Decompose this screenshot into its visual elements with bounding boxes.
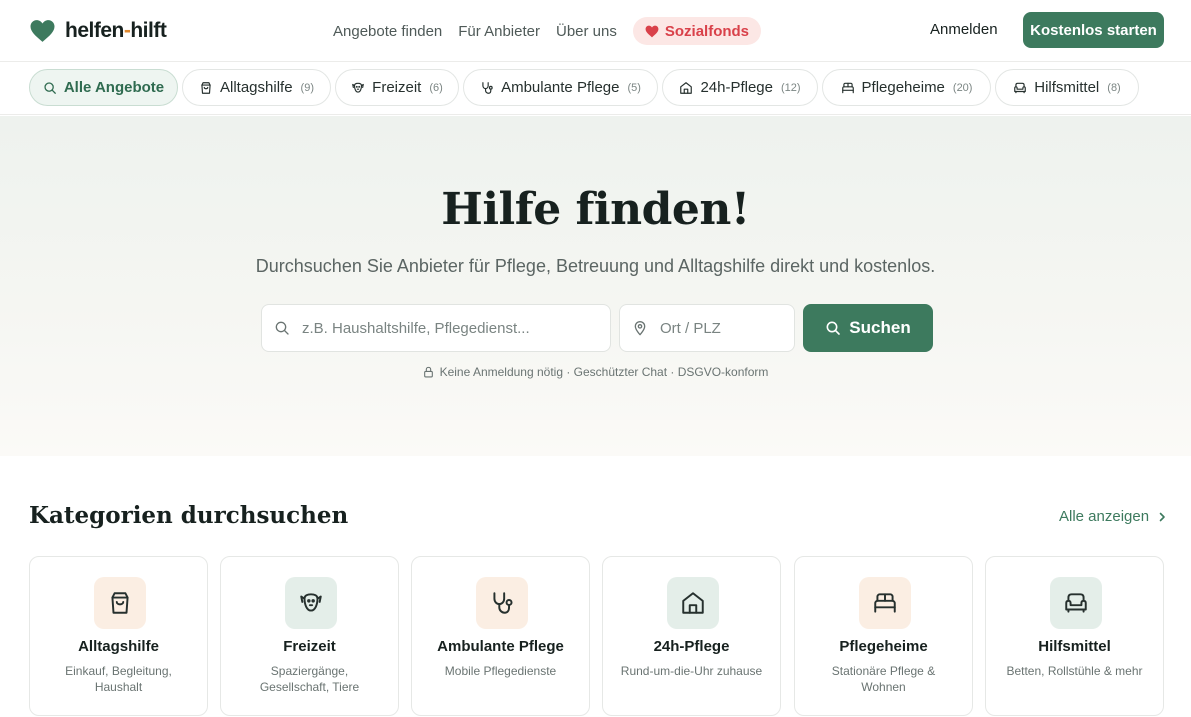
chip-label: Freizeit	[372, 79, 422, 96]
category-name: 24h-Pflege	[653, 638, 730, 655]
category-card-pflegeheime[interactable]: Pflegeheime Stationäre Pflege & Wohnen	[794, 556, 973, 716]
categories-title: Kategorien durchsuchen	[29, 502, 349, 529]
search-icon	[826, 321, 841, 335]
bed-icon	[841, 82, 854, 93]
category-name: Ambulante Pflege	[437, 638, 564, 655]
main-nav: Angebote finden Für Anbieter Über uns So…	[333, 17, 762, 45]
search-icon	[44, 81, 56, 94]
shopping-bag-icon	[111, 592, 129, 614]
show-all-label: Alle anzeigen	[1059, 508, 1150, 525]
chip-count: (5)	[627, 81, 641, 94]
search-what-input[interactable]	[302, 319, 610, 337]
category-description: Stationäre Pflege & Wohnen	[831, 664, 936, 694]
chip-label: Pflegeheime	[861, 79, 945, 96]
category-card-ambulante-pflege[interactable]: Ambulante Pflege Mobile Pflegedienste	[411, 556, 590, 716]
chip-alltagshilfe[interactable]: Alltagshilfe (9)	[182, 69, 331, 106]
hero-subtitle: Durchsuchen Sie Anbieter für Pflege, Bet…	[255, 256, 936, 276]
heart-icon	[645, 25, 659, 37]
category-card-alltagshilfe[interactable]: Alltagshilfe Einkauf, Begleitung, Hausha…	[29, 556, 208, 716]
heart-logo-icon	[30, 20, 55, 42]
category-card-freizeit[interactable]: Freizeit Spaziergänge, Gesellschaft, Tie…	[220, 556, 399, 716]
search-where-field[interactable]	[619, 304, 795, 352]
stethoscope-icon	[493, 592, 513, 614]
search-what-field[interactable]	[261, 304, 611, 352]
category-name: Pflegeheime	[839, 638, 928, 655]
category-name: Hilfsmittel	[1038, 638, 1111, 655]
category-icon-tile	[859, 577, 911, 629]
chip-ambulante-pflege[interactable]: Ambulante Pflege (5)	[463, 69, 658, 106]
stethoscope-icon	[482, 81, 493, 94]
chip-count: (9)	[300, 81, 314, 94]
category-name: Freizeit	[283, 638, 336, 655]
search-icon	[275, 321, 289, 335]
brand-wordmark: helfen-hilft	[65, 19, 167, 42]
category-card-hilfsmittel[interactable]: Hilfsmittel Betten, Rollstühle & mehr	[985, 556, 1164, 716]
category-icon-tile	[285, 577, 337, 629]
search-button[interactable]: Suchen	[803, 304, 933, 352]
lock-icon	[423, 366, 433, 378]
category-filter-bar: Alle Angebote Alltagshilfe (9) Freizeit …	[0, 62, 1191, 115]
nav-link-angebote[interactable]: Angebote finden	[333, 23, 442, 40]
category-name: Alltagshilfe	[78, 638, 159, 655]
chip-label: 24h-Pflege	[700, 79, 773, 96]
logo[interactable]: helfen-hilft	[29, 17, 167, 45]
category-icon-tile	[94, 577, 146, 629]
chip-label: Ambulante Pflege	[501, 79, 620, 96]
category-description: Spaziergänge, Gesellschaft, Tiere	[259, 664, 360, 694]
chip-count: (8)	[1107, 81, 1121, 94]
login-link[interactable]: Anmelden	[930, 21, 998, 38]
chip-count: (12)	[781, 81, 801, 94]
top-navigation: helfen-hilft Angebote finden Für Anbiete…	[0, 0, 1191, 62]
category-description: Betten, Rollstühle & mehr	[1006, 664, 1143, 678]
armchair-icon	[1014, 82, 1027, 93]
category-description: Einkauf, Begleitung, Haushalt	[65, 664, 172, 694]
show-all-link[interactable]: Alle anzeigen	[1059, 508, 1167, 525]
category-description: Mobile Pflegedienste	[444, 664, 557, 678]
search-button-label: Suchen	[849, 318, 911, 337]
chip-label: Alltagshilfe	[220, 79, 293, 96]
chip-hilfsmittel[interactable]: Hilfsmittel (8)	[995, 69, 1139, 106]
shopping-bag-icon	[201, 81, 211, 94]
category-description: Rund-um-die-Uhr zuhause	[620, 664, 763, 678]
category-icon-tile	[476, 577, 528, 629]
chip-alle-angebote[interactable]: Alle Angebote	[29, 69, 178, 106]
nav-link-ueber-uns[interactable]: Über uns	[556, 23, 617, 40]
chip-count: (6)	[429, 81, 443, 94]
chip-label: Alle Angebote	[63, 79, 165, 96]
category-icon-tile	[667, 577, 719, 629]
hero-title: Hilfe finden!	[441, 184, 750, 235]
map-pin-icon	[634, 321, 646, 336]
chip-count: (20)	[952, 81, 973, 94]
bed-icon	[874, 593, 896, 613]
trust-note: Keine Anmeldung nötig · Geschützter Chat…	[0, 364, 1191, 380]
home-icon	[682, 592, 704, 614]
start-free-button[interactable]: Kostenlos starten	[1023, 12, 1164, 48]
nav-link-anbieter[interactable]: Für Anbieter	[458, 23, 540, 40]
hero-section	[0, 116, 1191, 456]
armchair-icon	[1065, 593, 1087, 613]
chip-pflegeheime[interactable]: Pflegeheime (20)	[822, 69, 991, 106]
home-icon	[680, 81, 693, 94]
search-where-input[interactable]	[660, 319, 794, 337]
category-icon-tile	[1050, 577, 1102, 629]
dog-icon	[352, 82, 365, 93]
trust-text: Keine Anmeldung nötig · Geschützter Chat…	[439, 365, 769, 379]
sozialfonds-label: Sozialfonds	[664, 22, 750, 40]
chip-24h-pflege[interactable]: 24h-Pflege (12)	[662, 69, 818, 106]
chip-label: Hilfsmittel	[1034, 79, 1100, 96]
chip-freizeit[interactable]: Freizeit (6)	[335, 69, 459, 106]
sozialfonds-button[interactable]: Sozialfonds	[632, 17, 762, 45]
category-card-24h-pflege[interactable]: 24h-Pflege Rund-um-die-Uhr zuhause	[602, 556, 781, 716]
dog-icon	[300, 593, 322, 612]
chevron-right-icon	[1159, 512, 1165, 521]
